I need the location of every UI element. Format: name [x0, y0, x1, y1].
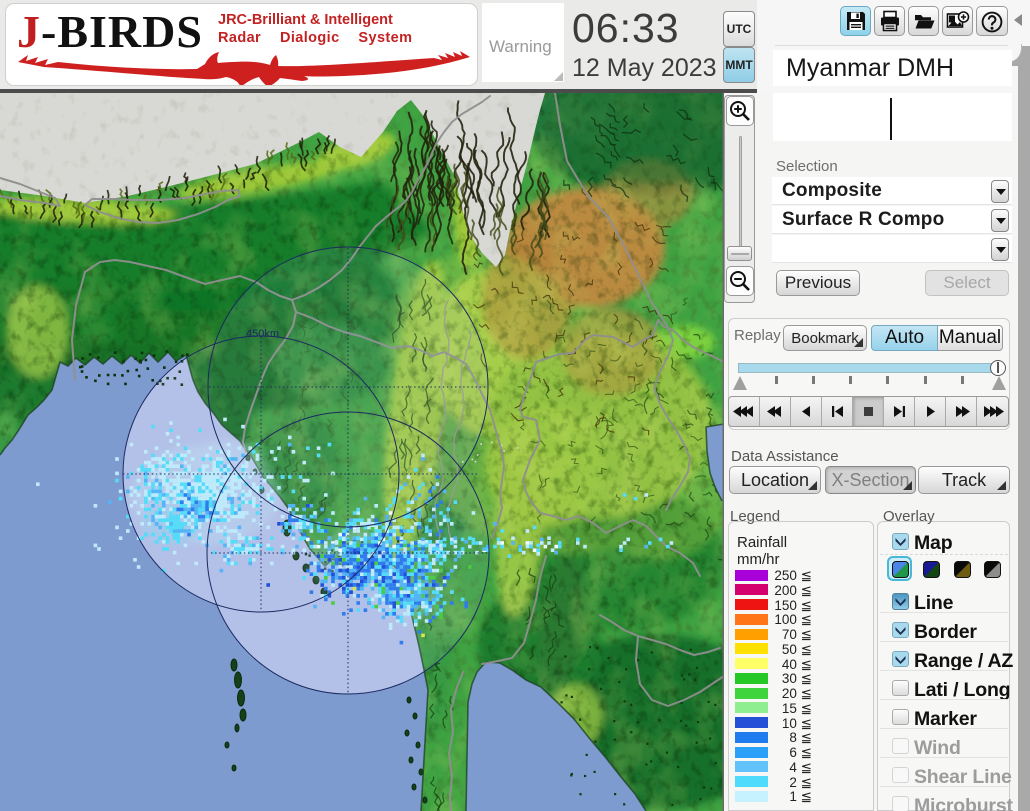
- svg-text:450km: 450km: [246, 328, 279, 340]
